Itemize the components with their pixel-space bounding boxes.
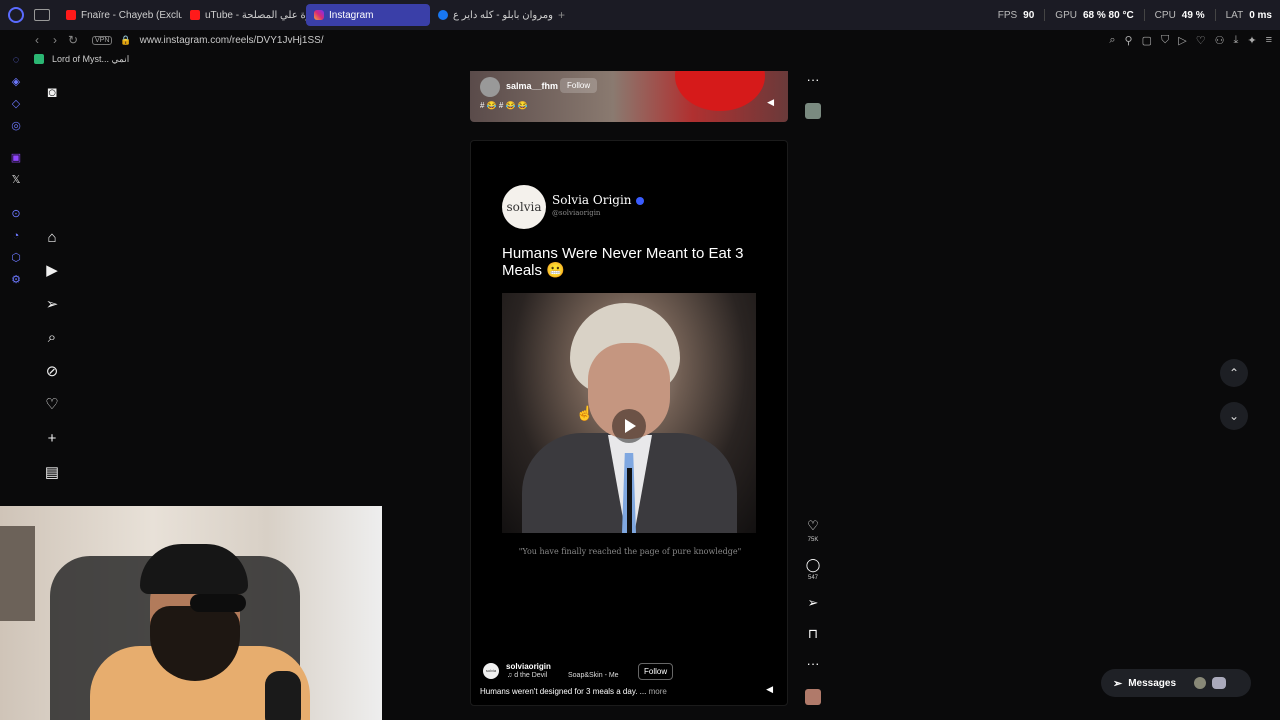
audio-track-2[interactable]: Soap&Skin - Me [568,672,619,679]
previous-reel[interactable]: salma__fhm Follow # 😂 # 😂 😂 ◀ [470,71,788,122]
extensions-icon[interactable]: ⬡ [10,252,22,264]
verified-icon [635,196,644,205]
notifications-icon[interactable]: ♡ [43,396,61,414]
reel-card[interactable]: solvia Solvia Origin @solviaorigin Human… [470,140,788,706]
avatar[interactable] [480,77,500,97]
username[interactable]: solviaorigin [506,662,551,671]
reel-quote: "You have finally reached the page of pu… [518,547,742,556]
follow-button[interactable]: Follow [560,78,598,93]
more-options-icon[interactable]: ··· [803,72,823,87]
bookmark-item[interactable]: Lord of Myst... انمي [52,54,129,65]
heart-graphic [675,71,765,111]
aria-icon[interactable]: ◌ [10,54,22,66]
messages-button[interactable]: ➢ Messages [1101,669,1251,697]
explore-icon[interactable]: ⊘ [43,363,61,381]
channel-logo: solvia [502,185,546,229]
channel-name: Solvia Origin [552,193,644,207]
share-icon[interactable]: ➢ [803,595,823,611]
reels-icon[interactable]: ▶ [43,262,61,280]
zoom-icon[interactable]: ⌕ [1109,34,1115,47]
mute-icon[interactable]: ◀ [766,684,773,695]
comment-icon[interactable]: ◯ [803,557,823,573]
heart-icon[interactable]: ♡ [1196,34,1206,47]
avatar [1212,677,1227,689]
previous-reel-button[interactable]: ⌃ [1220,359,1248,387]
reload-icon[interactable]: ↻ [64,33,82,47]
x-icon[interactable]: 𝕏 [10,174,22,186]
youtube-icon [66,10,76,20]
browser-toolbar: ⌕ ⚲ ▢ ⛉ ▷ ♡ ⚇ ⤓ ✦ ≡ [1109,30,1272,50]
more-options-icon[interactable]: ··· [803,656,823,671]
performance-stats: FPS 90 GPU 68 % 80 °C CPU 49 % LAT 0 ms [997,9,1272,21]
address-bar: ‹ › ↻ VPN 🔒 www.instagram.com/reels/DVY1… [28,30,1280,50]
next-reel-button[interactable]: ⌄ [1220,402,1248,430]
crypto-wallet-icon[interactable]: ◈ [10,76,22,88]
new-tab-button[interactable]: + [558,8,565,22]
shield-icon[interactable]: ⛉ [1161,34,1169,47]
opera-logo-icon[interactable] [8,7,24,23]
messenger-icon[interactable]: ◎ [10,120,22,132]
like-count: 75K [807,537,819,543]
home-icon[interactable]: ⌂ [43,229,61,247]
download-icon[interactable]: ⤓ [1233,34,1238,47]
audio-thumbnail[interactable] [805,689,821,705]
save-icon[interactable]: ⊓ [803,626,823,642]
tab-instagram[interactable]: Instagram [306,4,430,26]
search-icon[interactable]: ⌕ [43,329,61,347]
create-icon[interactable]: + [43,430,61,448]
youtube-icon [190,10,200,20]
direct-icon[interactable]: ➢ [43,296,61,314]
reel-headline: Humans Were Never Meant to Eat 3 Meals 😬 [502,245,744,279]
audio-track[interactable]: ♫ d the Devil [507,672,547,679]
avatar [1194,677,1207,689]
caption: # 😂 # 😂 😂 [480,101,528,110]
vpn-badge[interactable]: VPN [92,35,113,45]
direct-icon: ➢ [1113,677,1123,690]
history-icon[interactable]: ◔ [10,230,22,242]
username[interactable]: salma__fhm [506,81,558,91]
instagram-icon [314,10,324,20]
menu-icon[interactable]: ≡ [1266,34,1272,46]
facebook-icon [438,10,448,20]
instagram-logo-icon[interactable]: ◙ [43,84,61,102]
bookmark-icon [34,54,44,64]
snapshot-icon[interactable]: ▢ [1142,34,1152,47]
avatar[interactable]: solvia [483,663,499,679]
tab-youtube-arabic[interactable]: uTube - دايرة علي المصلحة [182,4,306,26]
ai-icon[interactable]: ✦ [1247,34,1256,47]
twitch-icon[interactable]: ▣ [10,152,22,164]
tab-manager-icon[interactable] [34,9,50,21]
lock-icon[interactable]: 🔒 [120,35,131,46]
webcam-overlay [0,506,382,720]
channel-handle: @solviaorigin [552,209,601,217]
pin-icon[interactable]: ⚲ [1125,34,1133,47]
comment-count: 547 [807,575,818,581]
reel-caption: Humans weren't designed for 3 meals a da… [480,687,667,696]
settings-icon[interactable]: ⚙ [10,274,22,286]
profile-icon[interactable]: ⚇ [1215,34,1225,47]
like-icon[interactable]: ♡ [803,518,823,534]
tab-facebook-video[interactable]: ويجز ومروان بابلو - كله داير ع... [430,4,554,26]
dashboard-icon[interactable]: ▤ [43,464,61,482]
browser-tab-bar: Fnaïre - Chayeb (Exclusive uTube - دايرة… [0,0,1280,30]
workspace-icon[interactable]: ◇ [10,98,22,110]
player-icon[interactable]: ⊙ [10,208,22,220]
hand-cursor-icon: ☝ [576,405,594,421]
forward-icon[interactable]: › [46,33,64,47]
audio-thumbnail[interactable] [805,103,821,119]
bookmarks-bar: Lord of Myst... انمي [28,50,1280,68]
play-icon[interactable]: ▷ [1178,34,1186,47]
follow-button[interactable]: Follow [638,663,674,680]
play-button[interactable] [612,409,646,443]
tab-youtube-fnaire[interactable]: Fnaïre - Chayeb (Exclusive [58,4,182,26]
mute-icon[interactable]: ◀ [767,97,774,108]
opera-sidebar: ◌ ◈ ◇ ◎ ▣ 𝕏 ⊙ ◔ ⬡ ⚙ [0,30,30,510]
back-icon[interactable]: ‹ [28,33,46,47]
url-field[interactable]: www.instagram.com/reels/DVY1JvHj1SS/ [140,35,324,46]
more-link[interactable]: more [649,687,667,696]
